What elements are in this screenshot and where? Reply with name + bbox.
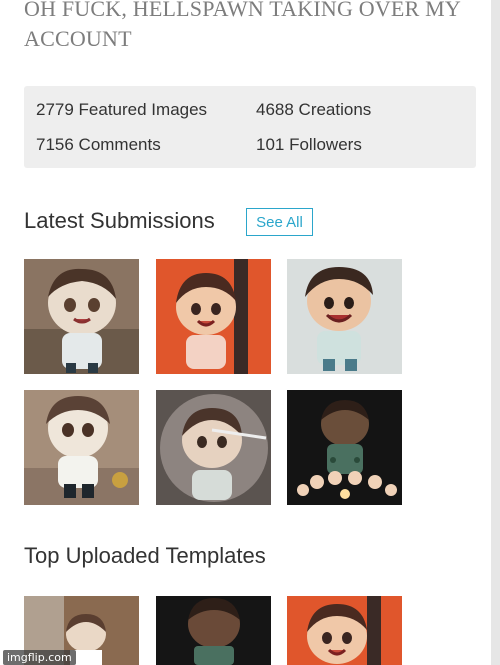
plush-photo-image: [156, 390, 271, 505]
template-thumbnail[interactable]: [156, 596, 271, 665]
scrollbar-track[interactable]: [491, 0, 500, 665]
submission-thumbnail[interactable]: [24, 390, 139, 505]
stat-featured-images: 2779 Featured Images: [36, 100, 208, 119]
stat-creations: 4688 Creations: [256, 100, 372, 119]
template-thumbnail[interactable]: [287, 596, 402, 665]
submission-thumbnail[interactable]: [156, 259, 271, 374]
plush-photo-image: [24, 259, 139, 374]
template-photo-image: [287, 596, 402, 665]
submission-thumbnail[interactable]: [287, 259, 402, 374]
stat-followers: 101 Followers: [256, 135, 362, 154]
user-stats-panel: 2779 Featured Images 4688 Creations 7156…: [24, 86, 476, 168]
imgflip-watermark: imgflip.com: [3, 650, 76, 665]
submission-thumbnail[interactable]: [24, 259, 139, 374]
submission-thumbnail[interactable]: [287, 390, 402, 505]
top-templates-heading: Top Uploaded Templates: [24, 543, 266, 568]
meme-caption: OH FUCK, HELLSPAWN TAKING OVER MY ACCOUN…: [24, 0, 461, 51]
plush-photo-image: [287, 390, 402, 505]
stat-comments: 7156 Comments: [36, 135, 161, 154]
latest-submissions-heading: Latest Submissions: [24, 208, 215, 233]
plush-photo-image: [287, 259, 402, 374]
submission-thumbnail[interactable]: [156, 390, 271, 505]
see-all-button[interactable]: See All: [246, 208, 313, 236]
plush-photo-image: [24, 390, 139, 505]
plush-photo-image: [156, 259, 271, 374]
template-photo-image: [156, 596, 271, 665]
